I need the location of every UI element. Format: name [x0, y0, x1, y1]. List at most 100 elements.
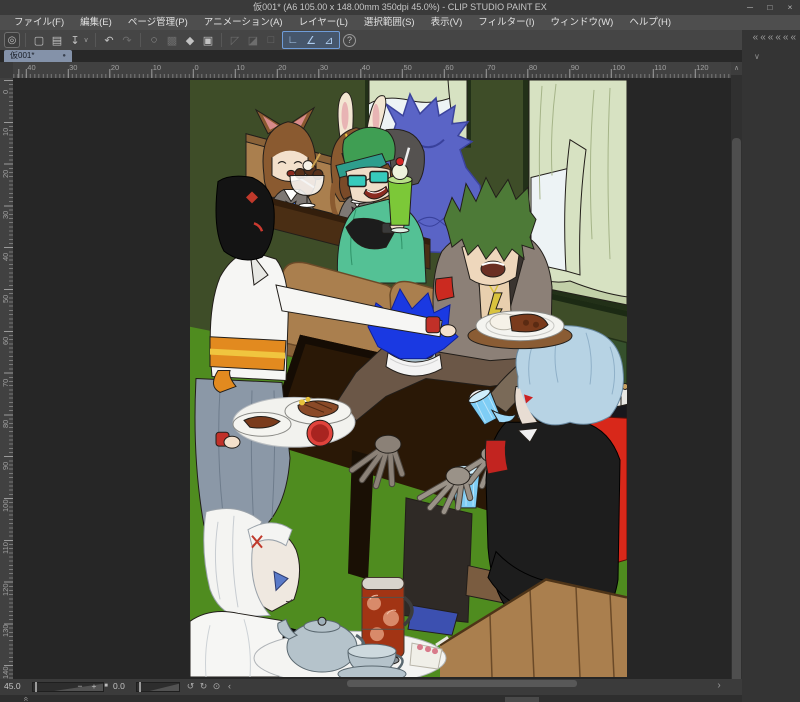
canvas-viewport[interactable] [13, 78, 731, 679]
ruler-label-h: 110 [654, 63, 667, 72]
ruler-label-v: 120 [1, 583, 10, 596]
menu-selection[interactable]: 選択範囲(S) [356, 15, 423, 30]
toolbar-separator [95, 33, 96, 47]
modified-indicator-dot: ● [62, 53, 66, 59]
snap-grid-icon[interactable]: ⊿ [321, 32, 337, 48]
menu-file[interactable]: ファイル(F) [6, 15, 72, 30]
snap-ruler-icon[interactable]: ∟ [285, 32, 301, 48]
ruler-label-v: 60 [1, 336, 10, 345]
canvas-artwork[interactable] [190, 80, 627, 677]
redo-icon[interactable]: ↷ [119, 32, 135, 48]
ruler-label-v: 70 [1, 378, 10, 387]
gradient-icon[interactable]: ◪ [245, 32, 261, 48]
ruler-label-h: 40 [27, 63, 36, 72]
expand-panel-chevron-icon[interactable]: « [22, 696, 32, 701]
reselect-icon[interactable]: ▩ [164, 32, 180, 48]
dock-expand-chevron-icon[interactable]: ∨ [754, 52, 760, 61]
ruler-label-h: 40 [361, 63, 371, 72]
ruler-label-h: 100 [612, 63, 626, 72]
maximize-button[interactable]: □ [764, 0, 776, 15]
document-tab[interactable]: 仮001* ● [4, 50, 72, 62]
ruler-label-v: 100 [1, 499, 10, 512]
dock-collapse-chevrons: «««««« [742, 30, 800, 44]
dock-collapse-chevron-icon[interactable]: « [753, 32, 759, 44]
ruler-label-v: 50 [1, 294, 10, 303]
ruler-label-v: 20 [1, 169, 10, 178]
reset-view-icon[interactable]: ⊙ [210, 680, 223, 693]
vertical-scrollbar[interactable]: ∧ ∨ [731, 62, 742, 702]
open-document-icon[interactable]: ▤ [49, 32, 65, 48]
clip-studio-paint-window: 仮001* (A6 105.00 x 148.00mm 350dpi 45.0%… [0, 0, 800, 702]
menu-layer[interactable]: レイヤー(L) [291, 15, 356, 30]
ruler-label-v: 10 [1, 127, 10, 136]
deselect-icon[interactable]: ◌ [146, 32, 162, 48]
document-tab-label: 仮001* [10, 51, 35, 60]
rotation-value[interactable]: 0.0 [113, 681, 125, 691]
ruler-label-h: 30 [319, 63, 329, 72]
menu-bar: ファイル(F) 編集(E) ページ管理(P) アニメーション(A) レイヤー(L) 選択範… [0, 15, 800, 30]
bottom-strip [0, 695, 742, 702]
ruler-label-h: 20 [110, 63, 120, 72]
ruler-label-h: 90 [570, 63, 580, 72]
help-icon[interactable]: ? [343, 33, 356, 47]
dock-collapse-chevron-icon[interactable]: « [760, 32, 766, 44]
menu-page[interactable]: ページ管理(P) [120, 15, 196, 30]
ruler-label-v: 0 [1, 89, 10, 94]
ruler-label-h: 10 [236, 63, 245, 72]
close-button[interactable]: × [784, 0, 796, 15]
menu-window[interactable]: ウィンドウ(W) [543, 15, 622, 30]
rotation-slider[interactable] [136, 682, 180, 692]
title-bar[interactable]: 仮001* (A6 105.00 x 148.00mm 350dpi 45.0%… [0, 0, 800, 15]
menu-edit[interactable]: 編集(E) [72, 15, 120, 30]
ruler-label-v: 140 [1, 666, 10, 679]
scroll-right-icon[interactable]: › [712, 679, 726, 693]
menu-view[interactable]: 表示(V) [423, 15, 471, 30]
save-dropdown-chevron-icon[interactable]: ∨ [82, 32, 90, 48]
collapsed-palette-dock: «««««« ∨ [742, 30, 800, 702]
zoom-out-button[interactable]: − [74, 680, 86, 693]
ruler-label-v: 30 [1, 211, 10, 220]
dock-collapse-chevron-icon[interactable]: « [790, 32, 796, 44]
save-document-icon[interactable]: ↧ [67, 32, 83, 48]
collapse-statusbar-icon[interactable]: ‹ [223, 680, 236, 693]
ruler-label-h: 50 [403, 63, 412, 72]
snap-special-ruler-icon[interactable]: ∠ [303, 32, 319, 48]
dock-collapse-chevron-icon[interactable]: « [783, 32, 789, 44]
ruler-label-v: 80 [1, 420, 10, 429]
ruler-label-h: 120 [696, 63, 709, 72]
ruler-label-h: 80 [528, 63, 538, 72]
ruler-label-h: 10 [152, 63, 162, 72]
ruler-label-v: 110 [1, 541, 10, 554]
rotate-left-icon[interactable]: ↺ [184, 680, 197, 693]
scale-selection-icon[interactable]: ◸ [227, 32, 243, 48]
window-title: 仮001* (A6 105.00 x 148.00mm 350dpi 45.0%… [253, 2, 547, 12]
ruler-label-h: 30 [69, 63, 78, 72]
fit-to-screen-button[interactable]: ■ [100, 680, 112, 693]
fill-icon[interactable]: ◆ [182, 32, 198, 48]
collapsed-panel-handle[interactable] [505, 697, 539, 702]
zoom-in-button[interactable]: + [88, 680, 100, 693]
menu-animation[interactable]: アニメーション(A) [196, 15, 291, 30]
dock-collapse-chevron-icon[interactable]: « [775, 32, 781, 44]
zoom-value[interactable]: 45.0 [4, 681, 21, 691]
ruler-label-h: 20 [278, 63, 287, 72]
scroll-up-icon[interactable]: ∧ [731, 62, 742, 75]
document-tab-bar: 仮001* ● [0, 50, 742, 62]
dock-collapse-chevron-icon[interactable]: « [768, 32, 774, 44]
rotate-right-icon[interactable]: ↻ [197, 680, 210, 693]
new-document-icon[interactable]: ▢ [31, 32, 47, 48]
menu-help[interactable]: ヘルプ(H) [621, 15, 679, 30]
vertical-ruler: 0 10 20 30 40 50 60 70 80 90 100 110 120 130 140 [0, 78, 13, 679]
clip-studio-logo-icon[interactable]: ◎ [4, 32, 20, 48]
crop-frame-icon[interactable]: ▣ [200, 32, 216, 48]
horizontal-scroll-thumb[interactable] [347, 680, 577, 687]
menu-filter[interactable]: フィルター(I) [470, 15, 542, 30]
vertical-scroll-thumb[interactable] [732, 138, 741, 702]
plain-square-icon[interactable]: □ [263, 32, 279, 48]
ruler-label-v: 40 [1, 252, 10, 262]
ruler-corner [0, 62, 13, 78]
undo-icon[interactable]: ↶ [101, 32, 117, 48]
ruler-label-h: 0 [194, 63, 199, 72]
minimize-button[interactable]: ─ [744, 0, 756, 15]
toolbar-separator [25, 33, 26, 47]
